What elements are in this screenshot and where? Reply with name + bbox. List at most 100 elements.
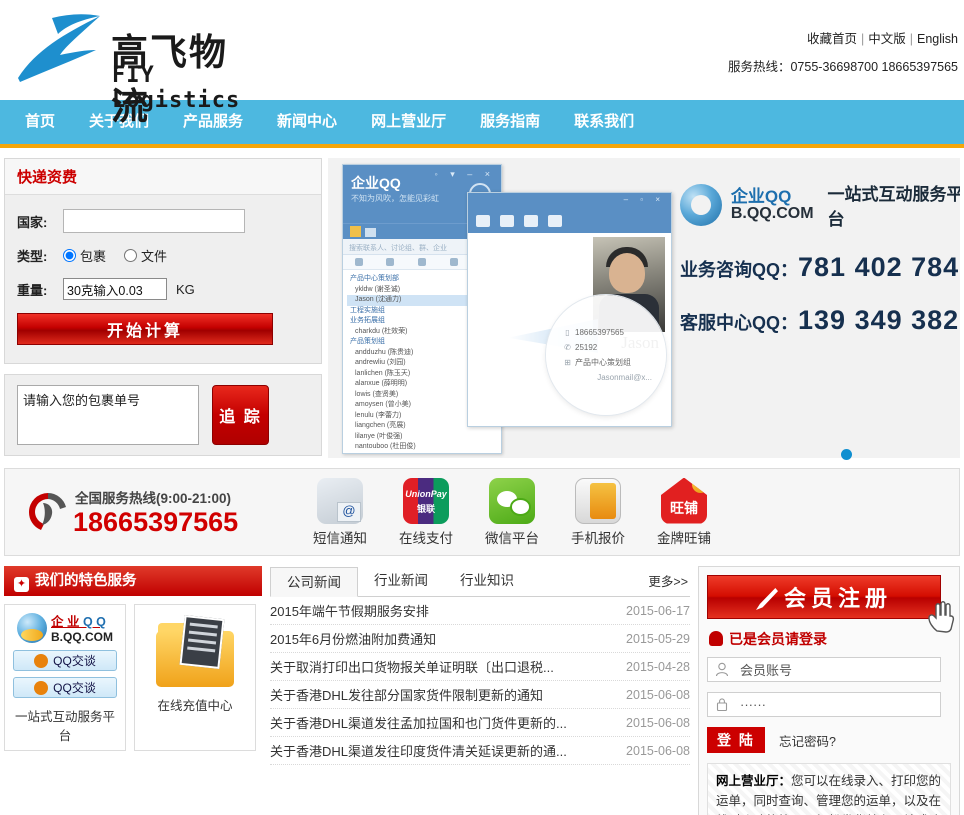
qq-chat-button-1[interactable]: QQ交谈 — [13, 650, 117, 671]
country-input[interactable] — [63, 209, 245, 233]
nav-item-service-guide[interactable]: 服务指南 — [463, 100, 557, 144]
qq-brand-cn: 企业QQ — [731, 188, 814, 205]
tree-node: nantouboo (杜田俊) — [347, 442, 497, 453]
mobile-icon: ▯ — [564, 325, 571, 340]
tracking-number-textarea[interactable]: 请输入您的包裹单号 — [17, 385, 199, 445]
banner-pagination-dot[interactable] — [841, 449, 852, 460]
phone-handset-icon — [23, 487, 73, 537]
tab-company-news[interactable]: 公司新闻 — [270, 567, 358, 597]
tab-industry-news[interactable]: 行业新闻 — [358, 566, 444, 596]
doc-line — [187, 647, 215, 653]
news-item[interactable]: 关于香港DHL发往部分国家货件限制更新的通知 2015-06-08 — [270, 681, 690, 709]
country-label: 国家: — [17, 212, 63, 231]
qq-brand-text: 企业QQ B.QQ.COM — [731, 188, 814, 223]
user-icon — [709, 631, 723, 646]
nav-item-online-hall[interactable]: 网上营业厅 — [354, 100, 463, 144]
link-favorite-home[interactable]: 收藏首页 — [807, 32, 857, 46]
account-input[interactable] — [707, 657, 941, 682]
online-hall-note: 网上营业厅：您可以在线录入、打印您的运单，同时查询、管理您的运单，以及在线对账功… — [707, 763, 951, 815]
type-option-document[interactable]: 文件 — [124, 246, 167, 265]
member-register-button[interactable]: 会员注册 — [707, 575, 941, 619]
qq-card-brand: 企 业 Q Q B.QQ.COM — [10, 611, 120, 644]
news-item-title[interactable]: 关于取消打印出口货物报关单证明联〔出口退税... — [270, 657, 554, 676]
qq-promo-brand-row: 企业QQ B.QQ.COM 一站式互动服务平台 — [680, 180, 960, 230]
news-item[interactable]: 关于取消打印出口货物报关单证明联〔出口退税... 2015-04-28 — [270, 653, 690, 681]
type-option-parcel-label: 包裹 — [80, 246, 106, 265]
qq-card-brand-cn-text: 企 业 — [51, 615, 79, 629]
radio-parcel[interactable] — [63, 249, 76, 262]
qq-tab-icon-4 — [450, 258, 458, 266]
qq-promo-block: 企业QQ B.QQ.COM 一站式互动服务平台 业务咨询QQ：781 402 7… — [680, 180, 960, 336]
features-title: 我们的特色服务 — [35, 573, 137, 589]
page-root: 高飞物流 FIY Logistics 收藏首页|中文版|English 服务热线… — [0, 0, 964, 815]
feature-card-qq[interactable]: 企 业 Q Q B.QQ.COM QQ交谈 QQ交谈 一站式互动服务平台 — [4, 604, 126, 751]
link-english[interactable]: English — [917, 32, 958, 46]
qq-tab-icon-3 — [418, 258, 426, 266]
doc-line — [190, 623, 218, 629]
service-wechat[interactable]: 微信平台 — [482, 478, 542, 547]
bubble-email: Jasonmail@x... — [564, 370, 666, 385]
sms-icon — [317, 478, 363, 524]
service-wangpu-label: 金牌旺铺 — [654, 527, 714, 547]
news-item[interactable]: 关于香港DHL渠道发往孟加拉国和也门货件更新的... 2015-06-08 — [270, 709, 690, 737]
type-option-parcel[interactable]: 包裹 — [63, 246, 106, 265]
unionpay-icon: UnionPay 银联 — [403, 478, 449, 524]
profile-info-bubble: ▯18665397565 ✆25192 ⊞产品中心策划组 Jasonmail@x… — [546, 295, 666, 415]
bell-icon: ✦ — [14, 577, 29, 592]
nav-item-news[interactable]: 新闻中心 — [260, 100, 354, 144]
radio-document[interactable] — [124, 249, 137, 262]
penguin-icon — [34, 681, 48, 695]
recharge-card-caption: 在线充值中心 — [140, 695, 250, 714]
left-column: 快递资费 国家: 类型: 包裹 — [4, 158, 322, 458]
start-calculate-button[interactable]: 开始计算 — [17, 313, 273, 345]
features-header: ✦ 我们的特色服务 — [4, 566, 262, 596]
promo-banner[interactable]: ◦ ▾ – × 企业QQ 不知为风吹，怎能见彩虹 搜索联系人、讨论组、群、企业 … — [328, 158, 960, 458]
news-more-link[interactable]: 更多>> — [648, 571, 688, 590]
qq-card-brand-cn: 企 业 Q Q — [51, 611, 113, 630]
weight-input[interactable] — [63, 278, 167, 300]
bubble-phone-row: ✆25192 — [564, 340, 666, 355]
type-radio-group: 包裹 文件 — [63, 246, 185, 265]
nav-item-home[interactable]: 首页 — [8, 100, 72, 144]
news-item-title[interactable]: 关于香港DHL渠道发往印度货件清关延误更新的通... — [270, 741, 567, 760]
site-logo[interactable]: 高飞物流 FIY Logistics — [8, 8, 258, 90]
news-item-title[interactable]: 关于香港DHL渠道发往孟加拉国和也门货件更新的... — [270, 713, 567, 732]
qq-chat-button-2-label: QQ交谈 — [53, 681, 96, 695]
qq-brand-url: B.QQ.COM — [731, 205, 814, 223]
bubble-mobile: 18665397565 — [575, 328, 624, 337]
member-login-title: 已是会员请登录 — [709, 629, 951, 649]
service-mobile-quote[interactable]: 手机报价 — [568, 478, 628, 547]
qq-chat-button-2[interactable]: QQ交谈 — [13, 677, 117, 698]
toolbar-icon-cloud — [524, 215, 538, 227]
news-item-date: 2015-05-29 — [626, 632, 690, 646]
nav-item-contact[interactable]: 联系我们 — [557, 100, 651, 144]
toolbar-icon-2 — [365, 228, 376, 237]
news-item[interactable]: 2015年6月份燃油附加费通知 2015-05-29 — [270, 625, 690, 653]
doc-line — [188, 639, 216, 645]
qq-profile-body: Jason ▯18665397565 ✆25192 ⊞产品中心策划组 Jason… — [468, 233, 671, 426]
news-item-title[interactable]: 关于香港DHL发往部分国家货件限制更新的通知 — [270, 685, 543, 704]
news-item-date: 2015-04-28 — [626, 660, 690, 674]
service-online-pay-label: 在线支付 — [396, 527, 456, 547]
news-item[interactable]: 2015年端午节假期服务安排 2015-06-17 — [270, 597, 690, 625]
hand-cursor-icon — [926, 600, 956, 634]
qq-card-brand-text: 企 业 Q Q B.QQ.COM — [51, 611, 113, 644]
link-chinese[interactable]: 中文版 — [868, 32, 906, 46]
news-list: 2015年端午节假期服务安排 2015-06-17 2015年6月份燃油附加费通… — [270, 597, 690, 765]
login-button[interactable]: 登 陆 — [707, 727, 765, 753]
service-wangpu[interactable]: 旺铺 金牌旺铺 — [654, 478, 714, 547]
tab-industry-knowledge[interactable]: 行业知识 — [444, 566, 530, 596]
service-online-pay[interactable]: UnionPay 银联 在线支付 — [396, 478, 456, 547]
track-button[interactable]: 追 踪 — [212, 385, 269, 445]
qq-card-brand-url: B.QQ.COM — [51, 630, 113, 644]
password-input[interactable] — [707, 692, 941, 717]
news-item-title[interactable]: 2015年端午节假期服务安排 — [270, 601, 429, 620]
qq-window-profile: – ▫ × Jason ▯1866539 — [467, 192, 672, 427]
forgot-password-link[interactable]: 忘记密码? — [779, 731, 836, 750]
feature-card-recharge[interactable]: 在线充值中心 — [134, 604, 256, 751]
news-item-title[interactable]: 2015年6月份燃油附加费通知 — [270, 629, 436, 648]
qq-support-label: 客服中心QQ： — [680, 313, 798, 333]
news-item[interactable]: 关于香港DHL渠道发往印度货件清关延误更新的通... 2015-06-08 — [270, 737, 690, 765]
qq-profile-toolbar — [468, 209, 671, 233]
service-sms[interactable]: 短信通知 — [310, 478, 370, 547]
